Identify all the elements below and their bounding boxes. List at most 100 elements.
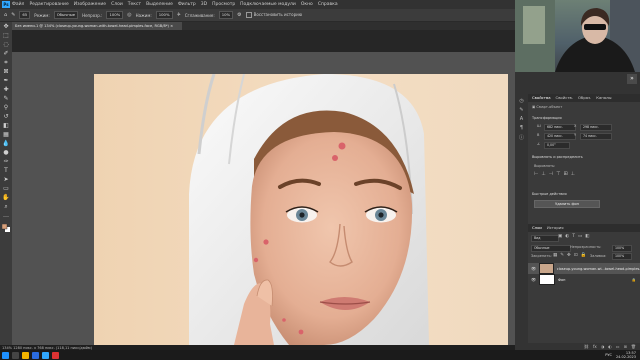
tab-libraries[interactable]: Образ. [578,94,591,102]
layer-row[interactable]: 👁 closeup-young-woman-wi...towel-head-pi… [528,263,640,274]
layer-name[interactable]: closeup-young-woman-wi...towel-head-pimp… [557,267,640,271]
tab-channels[interactable]: Каналы [596,94,611,102]
align-right-icon[interactable]: ⊣ [549,171,553,177]
eraser-tool-icon[interactable]: ◧ [1,121,11,130]
opacity-field[interactable]: 100% [106,11,124,19]
info-icon[interactable]: ⓘ [519,134,524,141]
blend-mode-select[interactable]: Обычные [531,245,571,252]
menu-item[interactable]: Редактирование [29,0,68,9]
expand-panels-icon[interactable]: » [627,74,637,84]
crop-tool-icon[interactable]: ⌗ [1,58,11,67]
new-group-icon[interactable]: ▭ [616,343,620,350]
history-checkbox[interactable]: Восстановить историю [245,12,302,18]
healing-brush-tool-icon[interactable]: ✚ [1,85,11,94]
align-top-icon[interactable]: ⊤ [556,171,560,177]
smoothing-field[interactable]: 10% [218,11,234,19]
brush-tool-icon[interactable]: ✎ [1,94,11,103]
lock-move-icon[interactable]: ✥ [567,253,571,258]
type-tool-icon[interactable]: T [1,166,11,175]
menu-item[interactable]: Изображение [74,0,106,9]
lock-pixels-icon[interactable]: ▦ [553,253,557,258]
document-tab[interactable]: Без имени-1 @ 134% (closeup-young-woman-… [12,22,182,30]
layer-opacity-field[interactable]: 100% [612,245,632,252]
zoom-tool-icon[interactable]: ⌕ [1,202,11,211]
menu-item[interactable]: Выделение [146,0,173,9]
clock[interactable]: 13:57 24.02.2023 [616,351,636,360]
photoshop-taskbar-icon[interactable] [42,351,49,359]
link-layers-icon[interactable]: ⛓ [584,343,589,350]
new-layer-icon[interactable]: ⊞ [624,343,627,350]
color-swatches[interactable] [2,224,10,232]
pixel-filter-icon[interactable]: ▣ [558,234,562,239]
menu-item[interactable]: Просмотр [212,0,235,9]
more-tools-icon[interactable]: … [1,211,11,220]
hand-tool-icon[interactable]: ✋ [1,193,11,202]
frame-tool-icon[interactable]: ⊠ [1,67,11,76]
tab-history[interactable]: История [547,224,564,232]
type-filter-icon[interactable]: T [572,234,575,239]
width-field[interactable]: 682 пикс. [544,124,576,131]
visibility-eye-icon[interactable]: 👁 [531,277,536,282]
delete-layer-icon[interactable]: 🗑 [631,343,636,350]
home-icon[interactable]: ⌂ [4,12,7,18]
explorer-icon[interactable] [22,351,29,359]
new-adjustment-icon[interactable]: ◐ [608,343,612,350]
quick-select-tool-icon[interactable]: ✐ [1,49,11,58]
align-middle-icon[interactable]: ⊞ [563,171,567,177]
add-mask-icon[interactable]: ◑ [601,343,605,350]
recorder-icon[interactable] [52,351,59,359]
lasso-tool-icon[interactable]: ◌ [1,40,11,49]
menu-item[interactable]: Окно [301,0,313,9]
smart-filter-icon[interactable]: ◧ [585,234,589,239]
shape-filter-icon[interactable]: ▭ [578,234,582,239]
path-select-tool-icon[interactable]: ➤ [1,175,11,184]
pen-tool-icon[interactable]: ✑ [1,157,11,166]
move-tool-icon[interactable]: ✥ [1,22,11,31]
eyedropper-tool-icon[interactable]: ✒ [1,76,11,85]
menu-item[interactable]: Файл [12,0,24,9]
marquee-tool-icon[interactable]: ⬚ [1,31,11,40]
align-left-icon[interactable]: ⊢ [534,171,538,177]
layer-style-icon[interactable]: fx [593,343,597,350]
lock-all-icon[interactable]: 🔒 [581,253,587,258]
layer-filter-select[interactable]: Вид [531,235,559,242]
menu-item[interactable]: Текст [128,0,141,9]
adjustment-filter-icon[interactable]: ◐ [565,234,569,239]
align-bottom-icon[interactable]: ⊥ [571,171,575,177]
menu-item[interactable]: Слои [111,0,123,9]
brush-tool-icon[interactable]: ✎ [11,12,15,18]
dodge-tool-icon[interactable]: ● [1,148,11,157]
height-field[interactable]: 420 пикс. [544,133,576,140]
mode-select[interactable]: Обычные [53,11,79,19]
gear-icon[interactable]: ⚙ [237,12,241,18]
rectangle-tool-icon[interactable]: ▭ [1,184,11,193]
close-icon[interactable]: × [170,24,173,28]
pressure-icon[interactable]: ◎ [127,12,131,18]
menu-item[interactable]: Подключаемые модули [240,0,296,9]
menu-item[interactable]: 3D [201,0,207,9]
history-icon[interactable]: ◷ [519,98,523,104]
brush-settings-icon[interactable]: ✎ [519,107,523,113]
angle-field[interactable]: 0,00° [544,142,570,149]
align-center-icon[interactable]: ⊥ [541,171,545,177]
blur-tool-icon[interactable]: 💧 [1,139,11,148]
lock-artboard-icon[interactable]: ⊡ [574,253,578,258]
character-icon[interactable]: A [520,116,523,122]
tab-layers[interactable]: Слои [532,224,542,232]
y-field[interactable]: 74 пикс. [580,133,612,140]
fill-field[interactable]: 100% [612,253,632,260]
browser-icon[interactable] [32,351,39,359]
visibility-eye-icon[interactable]: 👁 [531,266,536,271]
brush-size-field[interactable]: 65 [19,11,31,19]
search-icon[interactable] [12,351,19,359]
clone-stamp-tool-icon[interactable]: ⚲ [1,103,11,112]
tab-properties[interactable]: Свойства [532,94,551,102]
document-image[interactable] [94,74,508,345]
remove-background-button[interactable]: Удалить фон [534,200,600,208]
airbrush-icon[interactable]: ✈ [177,12,181,18]
tab-adjustments[interactable]: Свойств. [556,94,573,102]
menu-item[interactable]: Фильтр [178,0,196,9]
history-brush-tool-icon[interactable]: ↺ [1,112,11,121]
menu-item[interactable]: Справка [318,0,338,9]
paragraph-icon[interactable]: ¶ [520,125,523,131]
